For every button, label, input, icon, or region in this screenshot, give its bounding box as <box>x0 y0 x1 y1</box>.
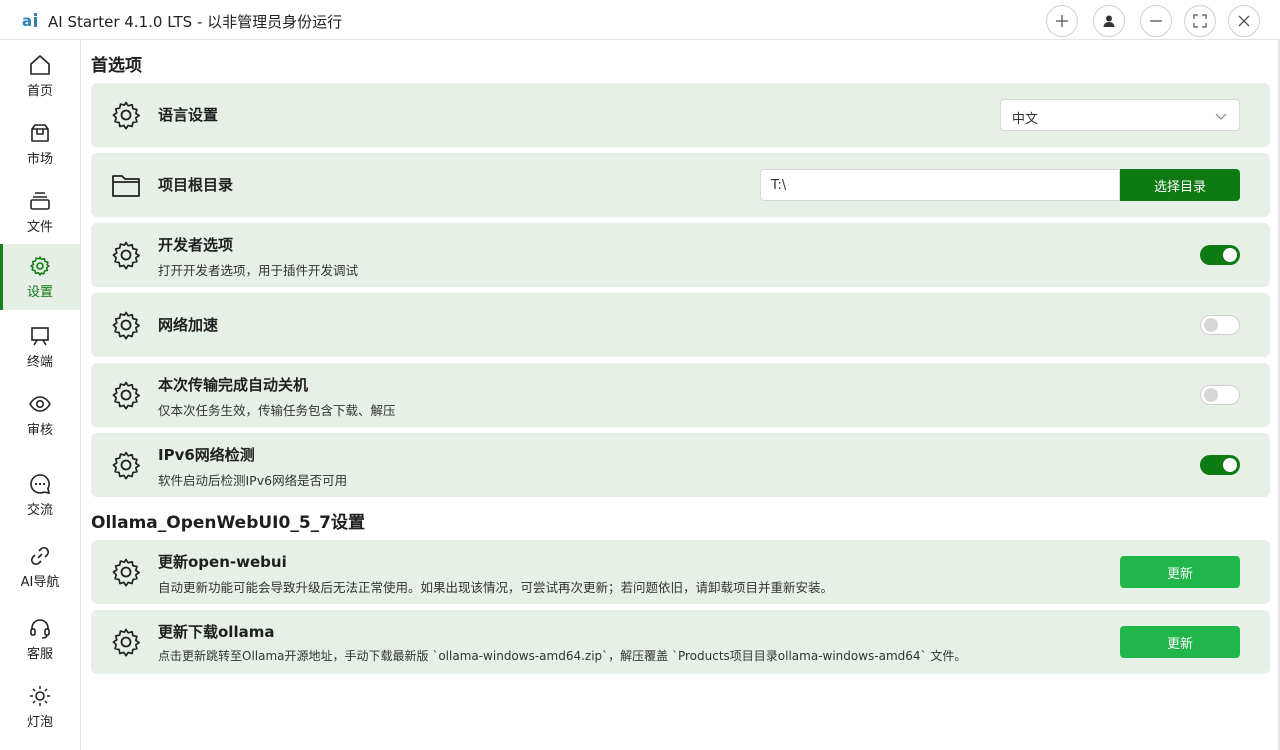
auto-shutdown-toggle[interactable] <box>1200 385 1240 405</box>
sidebar-item-label: 首页 <box>26 83 53 99</box>
toggle-knob <box>1204 318 1218 332</box>
sidebar-item-review[interactable]: 审核 <box>0 382 80 448</box>
home-icon <box>30 54 50 75</box>
update-webui-title: 更新open-webui <box>158 553 287 571</box>
ipv6-check-desc: 软件启动后检测IPv6网络是否可用 <box>158 473 348 488</box>
terminal-icon <box>31 326 49 345</box>
gear-icon <box>112 241 140 270</box>
ipv6-check-toggle[interactable] <box>1200 455 1240 475</box>
choose-directory-button[interactable]: 选择目录 <box>1120 169 1240 201</box>
language-title: 语言设置 <box>158 106 219 124</box>
network-acceleration-toggle[interactable] <box>1200 315 1240 335</box>
gear-icon <box>112 381 140 410</box>
gear-icon <box>112 558 140 587</box>
root-directory-card: 项目根目录 选择目录 <box>91 153 1270 217</box>
sidebar-item-label: 客服 <box>26 646 53 662</box>
sun-icon <box>30 685 50 706</box>
language-select[interactable]: 中文 <box>1000 99 1240 131</box>
folder-icon <box>112 175 140 197</box>
chat-icon <box>30 473 51 494</box>
headset-icon <box>30 618 50 639</box>
sidebar-item-label: 审核 <box>26 422 53 438</box>
root-directory-input[interactable] <box>760 169 1120 201</box>
minimize-button[interactable] <box>1140 5 1172 37</box>
toggle-knob <box>1223 458 1237 472</box>
root-directory-title: 项目根目录 <box>158 176 234 194</box>
sidebar-item-home[interactable]: 首页 <box>0 43 80 109</box>
update-webui-button[interactable]: 更新 <box>1120 556 1240 588</box>
sidebar: 首页 市场 文件 设置 终端 审核 交流 AI导航 客服 灯泡 <box>0 40 81 750</box>
network-acceleration-title: 网络加速 <box>158 316 219 334</box>
gear-icon <box>112 628 140 657</box>
fullscreen-icon <box>1193 14 1207 28</box>
developer-options-toggle[interactable] <box>1200 245 1240 265</box>
sidebar-item-terminal[interactable]: 终端 <box>0 314 80 380</box>
sidebar-item-files[interactable]: 文件 <box>0 179 80 245</box>
title-bar: a AI Starter 4.1.0 LTS - 以非管理员身份运行 <box>0 0 1280 40</box>
update-ollama-button[interactable]: 更新 <box>1120 626 1240 658</box>
gear-icon <box>112 101 140 130</box>
minimize-icon <box>1150 20 1162 22</box>
toggle-knob <box>1223 248 1237 262</box>
section-title-project: Ollama_OpenWebUI0_5_7设置 <box>91 513 365 533</box>
auto-shutdown-title: 本次传输完成自动关机 <box>158 376 309 394</box>
maximize-button[interactable] <box>1184 5 1216 37</box>
developer-options-card: 开发者选项 打开开发者选项，用于插件开发调试 <box>91 223 1270 287</box>
account-button[interactable] <box>1093 5 1125 37</box>
files-icon <box>30 191 50 210</box>
svg-text:a: a <box>22 12 32 30</box>
network-acceleration-card: 网络加速 <box>91 293 1270 357</box>
sidebar-item-label: 市场 <box>26 151 53 167</box>
sidebar-item-label: AI导航 <box>20 574 60 590</box>
sidebar-item-bulb[interactable]: 灯泡 <box>0 674 80 740</box>
developer-options-title: 开发者选项 <box>158 236 234 254</box>
update-ollama-desc: 点击更新跳转至Ollama开源地址，手动下载最新版 `ollama-window… <box>158 649 967 663</box>
sidebar-item-support[interactable]: 客服 <box>0 606 80 672</box>
sidebar-item-settings[interactable]: 设置 <box>0 244 80 310</box>
sidebar-item-label: 灯泡 <box>26 714 53 730</box>
sidebar-item-label: 终端 <box>26 354 53 370</box>
window-title: AI Starter 4.1.0 LTS - 以非管理员身份运行 <box>48 13 343 31</box>
ipv6-check-card: IPv6网络检测 软件启动后检测IPv6网络是否可用 <box>91 433 1270 497</box>
sidebar-item-ai-nav[interactable]: AI导航 <box>0 534 80 600</box>
add-button[interactable] <box>1046 5 1078 37</box>
update-webui-desc: 自动更新功能可能会导致升级后无法正常使用。如果出现该情况，可尝试再次更新；若问题… <box>158 580 834 595</box>
gear-icon <box>112 311 140 340</box>
close-button[interactable] <box>1228 5 1260 37</box>
link-icon <box>30 546 50 565</box>
eye-icon <box>29 395 51 412</box>
sidebar-item-market[interactable]: 市场 <box>0 111 80 177</box>
sidebar-item-label: 交流 <box>26 502 53 518</box>
sidebar-item-community[interactable]: 交流 <box>0 462 80 528</box>
auto-shutdown-desc: 仅本次任务生效，传输任务包含下载、解压 <box>158 403 396 418</box>
update-ollama-title: 更新下载ollama <box>158 623 275 641</box>
user-icon <box>1103 15 1115 27</box>
update-webui-card: 更新open-webui 自动更新功能可能会导致升级后无法正常使用。如果出现该情… <box>91 540 1270 604</box>
store-icon <box>31 123 49 142</box>
developer-options-desc: 打开开发者选项，用于插件开发调试 <box>158 263 359 278</box>
ipv6-check-title: IPv6网络检测 <box>158 446 255 464</box>
sidebar-item-label: 设置 <box>26 284 53 300</box>
gear-icon <box>112 451 140 480</box>
sidebar-item-label: 文件 <box>26 219 53 235</box>
auto-shutdown-card: 本次传输完成自动关机 仅本次任务生效，传输任务包含下载、解压 <box>91 363 1270 427</box>
plus-icon <box>1056 15 1068 27</box>
app-logo-icon: a <box>21 10 41 30</box>
language-setting-card: 语言设置 中文 <box>91 83 1270 147</box>
language-selected-value: 中文 <box>1012 112 1039 127</box>
chevron-down-icon <box>1215 113 1227 120</box>
section-title-preferences: 首选项 <box>91 56 142 76</box>
settings-icon <box>30 255 50 276</box>
update-ollama-card: 更新下载ollama 点击更新跳转至Ollama开源地址，手动下载最新版 `ol… <box>91 610 1270 674</box>
toggle-knob <box>1204 388 1218 402</box>
close-icon <box>1238 15 1250 27</box>
